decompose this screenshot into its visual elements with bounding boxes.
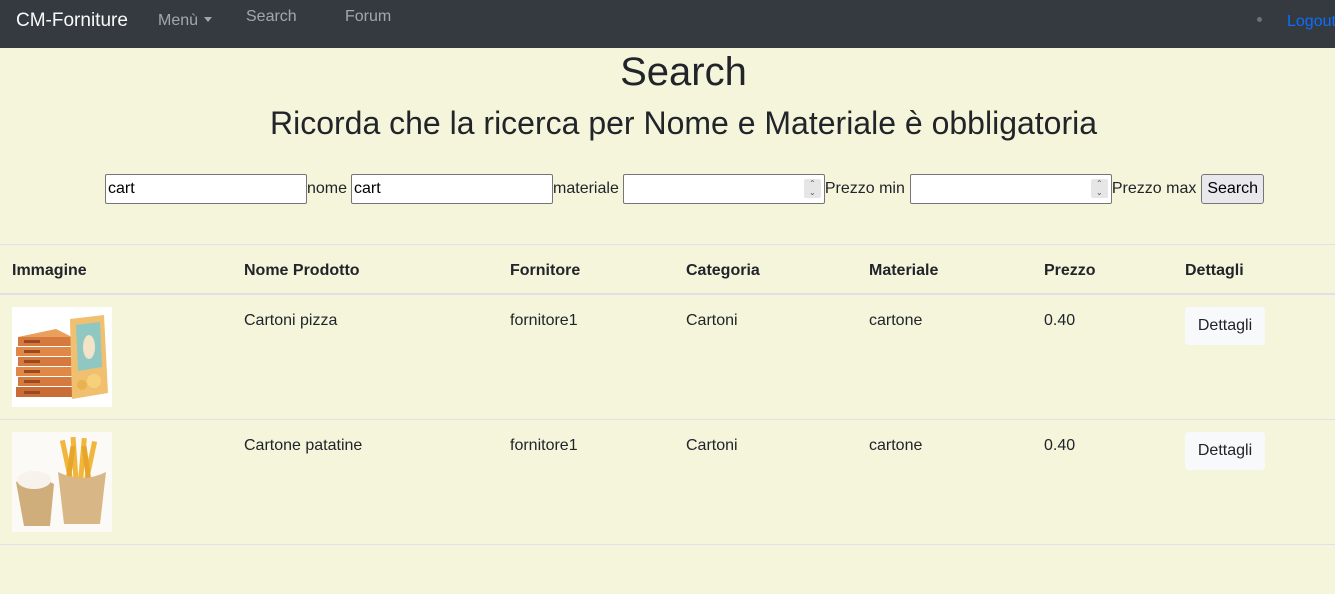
cell-prezzo: 0.40 <box>1044 437 1076 454</box>
cell-prezzo: 0.40 <box>1044 312 1076 329</box>
header-fornitore: Fornitore <box>510 262 581 279</box>
cell-materiale: cartone <box>869 312 923 329</box>
menu-dropdown-toggle[interactable]: Menù <box>158 11 213 30</box>
cell-nome: Cartone patatine <box>244 437 363 454</box>
header-materiale: Materiale <box>869 262 939 279</box>
page-title: Search <box>620 50 747 94</box>
search-form: nome materiale ⌃⌄ Prezzo min ⌃⌄ Prezzo m… <box>105 174 1265 204</box>
header-nome-prodotto: Nome Prodotto <box>244 262 360 279</box>
cell-nome: Cartoni pizza <box>244 312 338 329</box>
nome-input[interactable] <box>105 174 307 204</box>
header-prezzo: Prezzo <box>1044 262 1096 279</box>
pizza-boxes-image <box>12 307 112 407</box>
prezzo-max-label: Prezzo max <box>1111 180 1197 197</box>
prezzo-max-field: ⌃ ⌄ <box>909 174 1112 204</box>
cell-fornitore: fornitore1 <box>510 437 578 454</box>
table-row: Cartoni pizza fornitore1 Cartoni cartone… <box>0 295 1335 420</box>
bullet-icon <box>1257 17 1262 22</box>
prezzo-min-input[interactable] <box>622 174 825 204</box>
prezzo-max-input[interactable] <box>909 174 1112 204</box>
materiale-input[interactable] <box>351 174 554 204</box>
cell-fornitore: fornitore1 <box>510 312 578 329</box>
navbar: CM-Forniture Menù Search Forum Logout <box>0 0 1335 48</box>
cell-materiale: cartone <box>869 437 923 454</box>
results-table: Immagine Nome Prodotto Fornitore Categor… <box>0 244 1335 545</box>
nav-link-search[interactable]: Search <box>246 7 297 26</box>
logout-link[interactable]: Logout <box>1287 12 1335 31</box>
table-row: Cartone patatine fornitore1 Cartoni cart… <box>0 420 1335 545</box>
table-header: Immagine Nome Prodotto Fornitore Categor… <box>0 245 1335 295</box>
menu-label: Menù <box>158 12 199 29</box>
spinner-icon[interactable]: ⌃ ⌄ <box>1090 179 1108 198</box>
materiale-label: materiale <box>553 180 619 197</box>
caret-down-icon <box>204 17 213 22</box>
search-button[interactable]: Search <box>1201 174 1265 204</box>
header-dettagli: Dettagli <box>1185 262 1244 279</box>
cell-categoria: Cartoni <box>686 437 738 454</box>
cell-categoria: Cartoni <box>686 312 738 329</box>
fries-box-image <box>12 432 112 532</box>
brand-link[interactable]: CM-Forniture <box>16 10 128 32</box>
page-subtitle: Ricorda che la ricerca per Nome e Materi… <box>269 105 1098 141</box>
header-immagine: Immagine <box>12 262 87 279</box>
nome-label: nome <box>307 180 348 197</box>
spinner-icon[interactable]: ⌃ ⌄ <box>803 179 821 198</box>
details-button[interactable]: Dettagli <box>1185 432 1265 470</box>
prezzo-min-field: ⌃ ⌄ <box>622 174 825 204</box>
nav-link-forum[interactable]: Forum <box>345 7 391 26</box>
details-button[interactable]: Dettagli <box>1185 307 1265 345</box>
header-categoria: Categoria <box>686 262 760 279</box>
prezzo-min-label: Prezzo min <box>824 180 905 197</box>
